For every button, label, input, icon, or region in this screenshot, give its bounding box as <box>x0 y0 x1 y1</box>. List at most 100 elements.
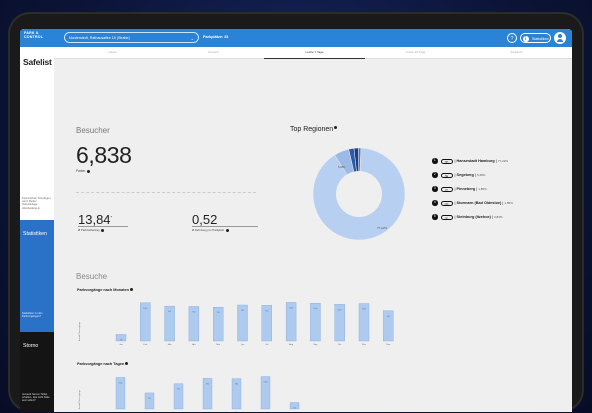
x-tick-label: Mai <box>216 344 220 346</box>
donut-label-main: 77,22% <box>377 226 388 230</box>
statistics-title: Statistiken <box>23 231 47 237</box>
bar-value-label: 520 <box>148 398 151 400</box>
user-icon-body <box>556 39 564 42</box>
rank-badge: 5 <box>432 214 438 220</box>
storno-hint: Jemand hat ein Ticket erhalten, das nich… <box>22 393 50 403</box>
location-select[interactable]: Norderstedt, Rathausallee 15 (Strabe) ⌄ <box>64 32 199 43</box>
bar-value-label: 180 <box>120 339 123 341</box>
location-value: Norderstedt, Rathausallee 15 (Strabe) <box>69 36 130 40</box>
tab-letzte-7-tage[interactable]: Letzte 7 Tage <box>264 47 365 59</box>
info-icon[interactable] <box>101 228 105 232</box>
x-tick-label: Jun <box>241 344 245 346</box>
bar-value-label: 1050 <box>264 382 268 384</box>
visitors-heading: Besucher <box>76 126 110 135</box>
daily-chart-title-text: Parkvorgänge nach Tagen <box>77 362 125 366</box>
bar[interactable] <box>173 383 184 410</box>
avg-parking-time-label-text: Ø Parkzeitbeitrag <box>78 228 100 232</box>
info-icon[interactable] <box>125 362 129 365</box>
parking-spaces-label: Parkplätze: 81 <box>203 34 229 39</box>
tab-gestern[interactable]: Gestern <box>163 47 264 58</box>
x-tick-label: Jul <box>265 344 268 346</box>
license-plate-badge: SE <box>440 172 453 178</box>
region-name: Steinburg (Itzehoe) <box>456 215 491 219</box>
x-tick-label: Feb <box>143 344 148 346</box>
donut-hole <box>336 171 382 217</box>
bar-value-label: 210 <box>293 408 296 410</box>
y-axis-label: Anzahl Parkvorgänge <box>78 321 81 341</box>
monthly-bar-chart: Anzahl Parkvorgänge 180 Jan 1050 Feb 960 Mär 95… <box>78 302 394 346</box>
region-percentage: 77,22% <box>497 159 509 163</box>
vehicles-per-space-label: Ø Fahrzeug pro Parkplatz <box>192 226 258 232</box>
region-legend-item: 5 IZ | Steinburg (Itzehoe) | 0,83% <box>432 214 503 221</box>
safelist-hint: Kennzeichen hinzufügen, wenn Parker Nutz… <box>22 197 52 210</box>
statistics-hint: Statistiken zu den Parkvorgängen? <box>22 312 43 319</box>
statistics-button[interactable]: i Statistiken <box>520 33 551 43</box>
region-percentage: 5,28% <box>476 173 486 177</box>
rank-badge: 2 <box>432 172 438 178</box>
x-tick-label: Apr <box>192 343 196 346</box>
x-tick-label: Nov <box>362 344 367 346</box>
rank-badge: 3 <box>432 186 438 192</box>
info-icon[interactable] <box>334 126 338 130</box>
total-visitors-label: Parker <box>76 169 90 173</box>
sidebar-item-safelist[interactable]: Safelist <box>23 57 52 67</box>
avg-parking-time-value: 13,84* <box>78 212 112 227</box>
bar-value-label: 830 <box>387 316 390 318</box>
y-axis-label: Anzahl Parkvorgänge <box>78 389 81 409</box>
rank-badge: 4 <box>432 200 438 206</box>
license-plate-badge: OD <box>440 200 453 206</box>
period-tabs: Heute Gestern Letzte 7 Tage Letzte 30 Ta… <box>54 47 572 59</box>
daily-chart: Anzahl Parkvorgänge1020Mo520Di820Mi990Do… <box>78 371 338 412</box>
help-button[interactable]: ? <box>507 33 517 43</box>
region-name: Segeberg <box>456 173 474 177</box>
x-tick-label: Sep <box>313 344 318 346</box>
storno-title: Storno <box>23 343 39 349</box>
x-tick-label: Fr <box>235 411 237 412</box>
donut-label-small: 5,28% <box>338 165 346 169</box>
user-icon <box>558 34 562 39</box>
monthly-chart-title: Parkvorgänge nach Monaten <box>77 288 133 292</box>
divider <box>76 192 256 193</box>
x-tick-label: Aug <box>289 343 294 346</box>
top-regions-heading-text: Top Regionen <box>290 126 334 133</box>
chevron-down-icon: ⌄ <box>190 36 194 41</box>
region-percentage: 1,85% <box>478 187 487 191</box>
bar-value-label: 1050 <box>143 308 147 310</box>
region-legend-item: 1 HH | Hansestadt Hamburg | 77,22% <box>432 158 508 165</box>
bar-value-label: 1030 <box>362 309 366 311</box>
sidebar: Safelist Kennzeichen hinzufügen, wenn Pa… <box>20 47 54 412</box>
region-name: Pinneberg <box>456 187 476 191</box>
region-legend-item: 4 OD | Stormarn (Bad Oldesloe) | 1,55% <box>432 200 513 207</box>
user-avatar-button[interactable] <box>554 32 566 44</box>
region-name: Stormarn (Bad Oldesloe) <box>456 201 502 205</box>
sidebar-item-statistics[interactable]: Statistiken Statistiken zu den Parkvorgä… <box>20 220 54 332</box>
monthly-chart-title-text: Parkvorgänge nach Monaten <box>77 288 129 292</box>
info-icon[interactable] <box>225 228 229 232</box>
app-screen: PARK & CONTROL Norderstedt, Rathausallee… <box>20 29 572 412</box>
bar-value-label: 1040 <box>313 308 317 310</box>
region-name: Hansestadt Hamburg <box>456 159 495 163</box>
total-visitors-value: 6,838 <box>76 142 132 168</box>
avg-parking-time-number: 13,84 <box>78 212 111 227</box>
info-icon[interactable] <box>129 288 133 291</box>
tab-zeitraum[interactable]: Zeitraum <box>466 47 567 58</box>
info-icon[interactable] <box>86 169 90 173</box>
region-legend-item: 3 PI | Pinneberg | 1,85% <box>432 186 487 193</box>
x-tick-label: Okt <box>338 343 342 346</box>
license-plate-badge: HH <box>440 158 453 164</box>
bar[interactable] <box>144 392 155 410</box>
region-percentage: 0,83% <box>494 215 503 219</box>
statistics-button-label: Statistiken <box>532 37 549 41</box>
brand-line-2: CONTROL <box>24 35 44 39</box>
tab-letzte-30-tage[interactable]: Letzte 30 Tage <box>365 47 466 58</box>
tab-heute[interactable]: Heute <box>62 47 163 58</box>
sidebar-item-storno[interactable]: Storno Jemand hat ein Ticket erhalten, d… <box>20 332 54 412</box>
brand-logo: PARK & CONTROL <box>24 31 43 39</box>
vehicles-per-space-label-text: Ø Fahrzeug pro Parkplatz <box>192 228 225 232</box>
bar-value-label: 1060 <box>289 307 293 309</box>
x-tick-label: Dez <box>386 344 390 346</box>
bar-value-label: 990 <box>206 383 209 385</box>
bar-value-label: 1020 <box>119 382 123 384</box>
bar-value-label: 1010 <box>338 309 342 311</box>
bar-value-label: 980 <box>235 384 238 386</box>
